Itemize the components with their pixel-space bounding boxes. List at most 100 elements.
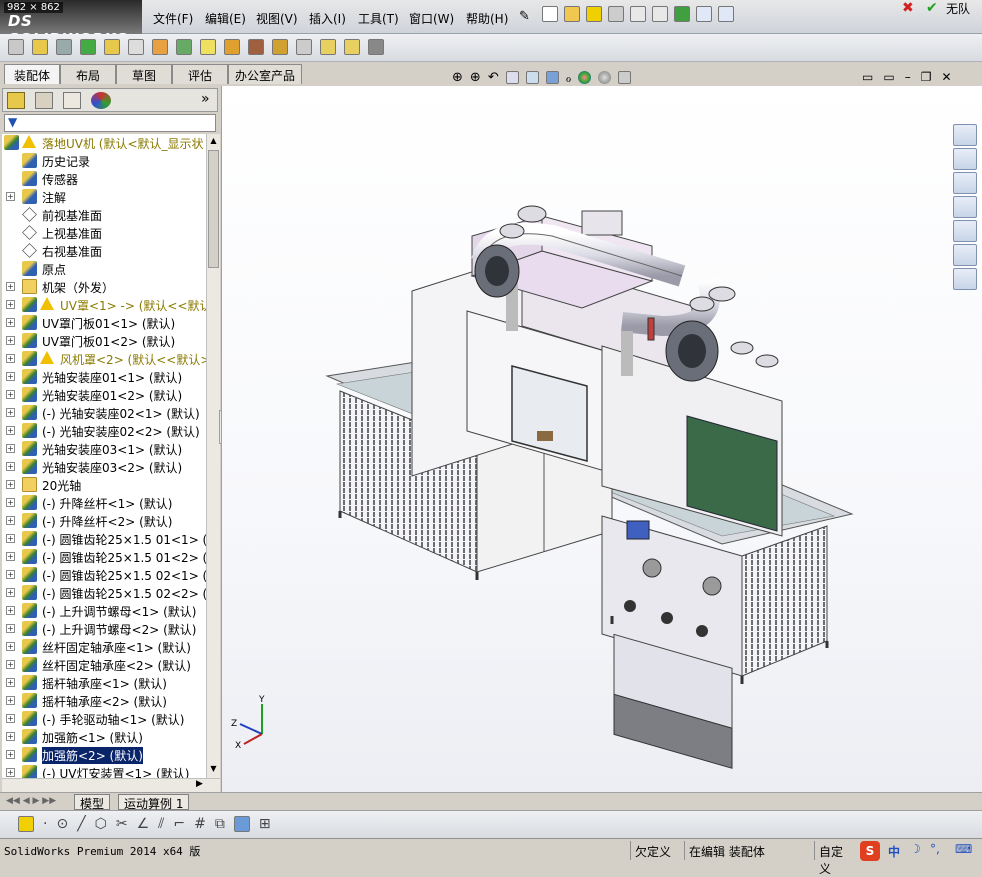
tree-item[interactable]: + 光轴安装座03<1> (默认) (2, 440, 206, 458)
expand-toggle-icon[interactable]: + (6, 768, 15, 777)
view-palette-icon[interactable] (953, 220, 977, 242)
design-library-icon[interactable] (953, 172, 977, 194)
tree-item[interactable]: 前视基准面 (2, 206, 206, 224)
menu-insert[interactable]: 插入(I) (309, 10, 346, 27)
insert-component-icon[interactable] (8, 39, 24, 55)
tab-office-products[interactable]: 办公室产品 (228, 64, 302, 84)
tree-root[interactable]: 落地UV机 (默认<默认_显示状 (2, 134, 206, 152)
tree-item[interactable]: + UV罩<1> -> (默认<<默认>_ (2, 296, 206, 314)
zoom-to-area-icon[interactable]: ⊕ (470, 70, 481, 85)
file-explorer-icon[interactable] (953, 196, 977, 218)
feature-manager-tab[interactable] (7, 92, 25, 109)
home-icon[interactable] (953, 148, 977, 170)
expand-toggle-icon[interactable]: + (6, 318, 15, 327)
show-hidden-icon[interactable] (152, 39, 168, 55)
view-settings-icon[interactable] (618, 71, 632, 84)
tree-item[interactable]: + 光轴安装座01<2> (默认) (2, 386, 206, 404)
graphics-area[interactable]: ⊕ ⊕ ↶ ℴ ▭ ▭ – ❐ ✕ Y Z X (221, 70, 982, 792)
tree-item[interactable]: + (-) 上升调节螺母<2> (默认) (2, 620, 206, 638)
tree-item[interactable]: + UV罩门板01<2> (默认) (2, 332, 206, 350)
reference-geometry-icon[interactable] (200, 39, 216, 55)
tree-item[interactable]: + 摇杆轴承座<2> (默认) (2, 692, 206, 710)
edit-appearance-icon[interactable] (578, 71, 592, 84)
split-view-icon[interactable]: ▭ (862, 70, 873, 84)
tab-assembly[interactable]: 装配体 (4, 64, 60, 84)
tree-item[interactable]: 右视基准面 (2, 242, 206, 260)
interference-icon[interactable] (320, 39, 336, 55)
expand-toggle-icon[interactable]: + (6, 714, 15, 723)
box-icon[interactable]: ⧉ (215, 816, 225, 832)
expand-toggle-icon[interactable]: + (6, 660, 15, 669)
split-view-2-icon[interactable]: ▭ (883, 70, 894, 84)
tree-item[interactable]: 历史记录 (2, 152, 206, 170)
tree-item[interactable]: + (-) 升降丝杆<2> (默认) (2, 512, 206, 530)
menu-help[interactable]: 帮助(H) (466, 10, 508, 27)
shaded-icon[interactable] (233, 816, 250, 832)
move-component-icon[interactable] (128, 39, 144, 55)
tree-item[interactable]: + (-) 圆锥齿轮25×1.5 02<1> ( (2, 566, 206, 584)
tree-item[interactable]: + 光轴安装座03<2> (默认) (2, 458, 206, 476)
linear-pattern-icon[interactable] (80, 39, 96, 55)
expand-toggle-icon[interactable]: + (6, 426, 15, 435)
new-motion-study-icon[interactable] (224, 39, 240, 55)
rebuild-warning-icon[interactable] (586, 6, 602, 22)
explode-line-icon[interactable] (296, 39, 312, 55)
tree-filter[interactable]: ▼ (4, 114, 216, 132)
expand-toggle-icon[interactable]: + (6, 624, 15, 633)
expand-toggle-icon[interactable]: + (6, 732, 15, 741)
table-icon[interactable]: ⊞ (259, 816, 271, 832)
scroll-down-icon[interactable]: ▼ (208, 764, 219, 775)
tree-item[interactable]: + (-) 上升调节螺母<1> (默认) (2, 602, 206, 620)
appearances-icon[interactable] (953, 244, 977, 266)
tab-model[interactable]: 模型 (74, 794, 111, 811)
tree-item[interactable]: + (-) 圆锥齿轮25×1.5 02<2> ( (2, 584, 206, 602)
tree-item[interactable]: + 风机罩<2> (默认<<默认>_显 (2, 350, 206, 368)
tab-sketch[interactable]: 草图 (116, 64, 172, 84)
close-x-icon[interactable]: ✖ (902, 0, 914, 16)
apply-scene-icon[interactable] (598, 71, 612, 84)
tab-motion-study[interactable]: 运动算例 1 (118, 794, 190, 811)
offset-icon[interactable]: ⌐ (173, 816, 185, 832)
expand-toggle-icon[interactable]: + (6, 282, 15, 291)
tree-item[interactable]: + 丝杆固定轴承座<2> (默认) (2, 656, 206, 674)
tree-item[interactable]: 原点 (2, 260, 206, 278)
display-style-icon[interactable] (545, 71, 559, 84)
filter-icon[interactable]: ▼ (8, 115, 17, 129)
open-icon[interactable] (564, 6, 580, 22)
tree-item[interactable]: + (-) 圆锥齿轮25×1.5 01<1> ( (2, 530, 206, 548)
tree-item[interactable]: 传感器 (2, 170, 206, 188)
tree-item[interactable]: + 光轴安装座01<1> (默认) (2, 368, 206, 386)
instant3d-icon[interactable] (344, 39, 360, 55)
property-manager-tab[interactable] (35, 92, 53, 109)
mirror-icon[interactable]: ⫽ (158, 816, 164, 832)
menu-window[interactable]: 窗口(W) (409, 10, 454, 27)
tree-item[interactable]: +20光轴 (2, 476, 206, 494)
new-document-icon[interactable] (542, 6, 558, 22)
previous-view-icon[interactable]: ↶ (488, 70, 499, 85)
grid-icon[interactable]: # (194, 816, 206, 832)
polygon-icon[interactable]: ⬡ (95, 816, 107, 832)
ime-language[interactable]: 中 (888, 843, 900, 860)
scroll-up-icon[interactable]: ▲ (208, 136, 219, 147)
tree-horizontal-scrollbar[interactable]: ▶ (2, 778, 220, 792)
expand-toggle-icon[interactable]: + (6, 552, 15, 561)
expand-toggle-icon[interactable]: + (6, 498, 15, 507)
point-icon[interactable]: · (43, 816, 47, 832)
tree-item[interactable]: + (-) 圆锥齿轮25×1.5 01<2> ( (2, 548, 206, 566)
expand-chevron-icon[interactable]: » (201, 91, 210, 107)
ime-logo-icon[interactable]: S (860, 841, 880, 861)
tree-item[interactable]: + (-) UV灯安装置<1> (默认) (2, 764, 206, 778)
view-orientation-icon[interactable] (525, 71, 539, 84)
hide-show-items-icon[interactable]: ℴ (566, 71, 572, 85)
new-part-icon[interactable] (32, 39, 48, 55)
solidworks-resources-icon[interactable] (953, 124, 977, 146)
keyboard-icon[interactable]: ⌨ (955, 842, 972, 856)
tree-item[interactable]: + 丝杆固定轴承座<1> (默认) (2, 638, 206, 656)
configuration-manager-tab[interactable] (63, 92, 81, 109)
display-manager-tab[interactable] (91, 92, 111, 109)
tab-layout[interactable]: 布局 (60, 64, 116, 84)
traffic-light-icon[interactable] (674, 6, 690, 22)
options-icon[interactable] (718, 6, 734, 22)
expand-toggle-icon[interactable]: + (6, 354, 15, 363)
tree-item[interactable]: + 注解 (2, 188, 206, 206)
